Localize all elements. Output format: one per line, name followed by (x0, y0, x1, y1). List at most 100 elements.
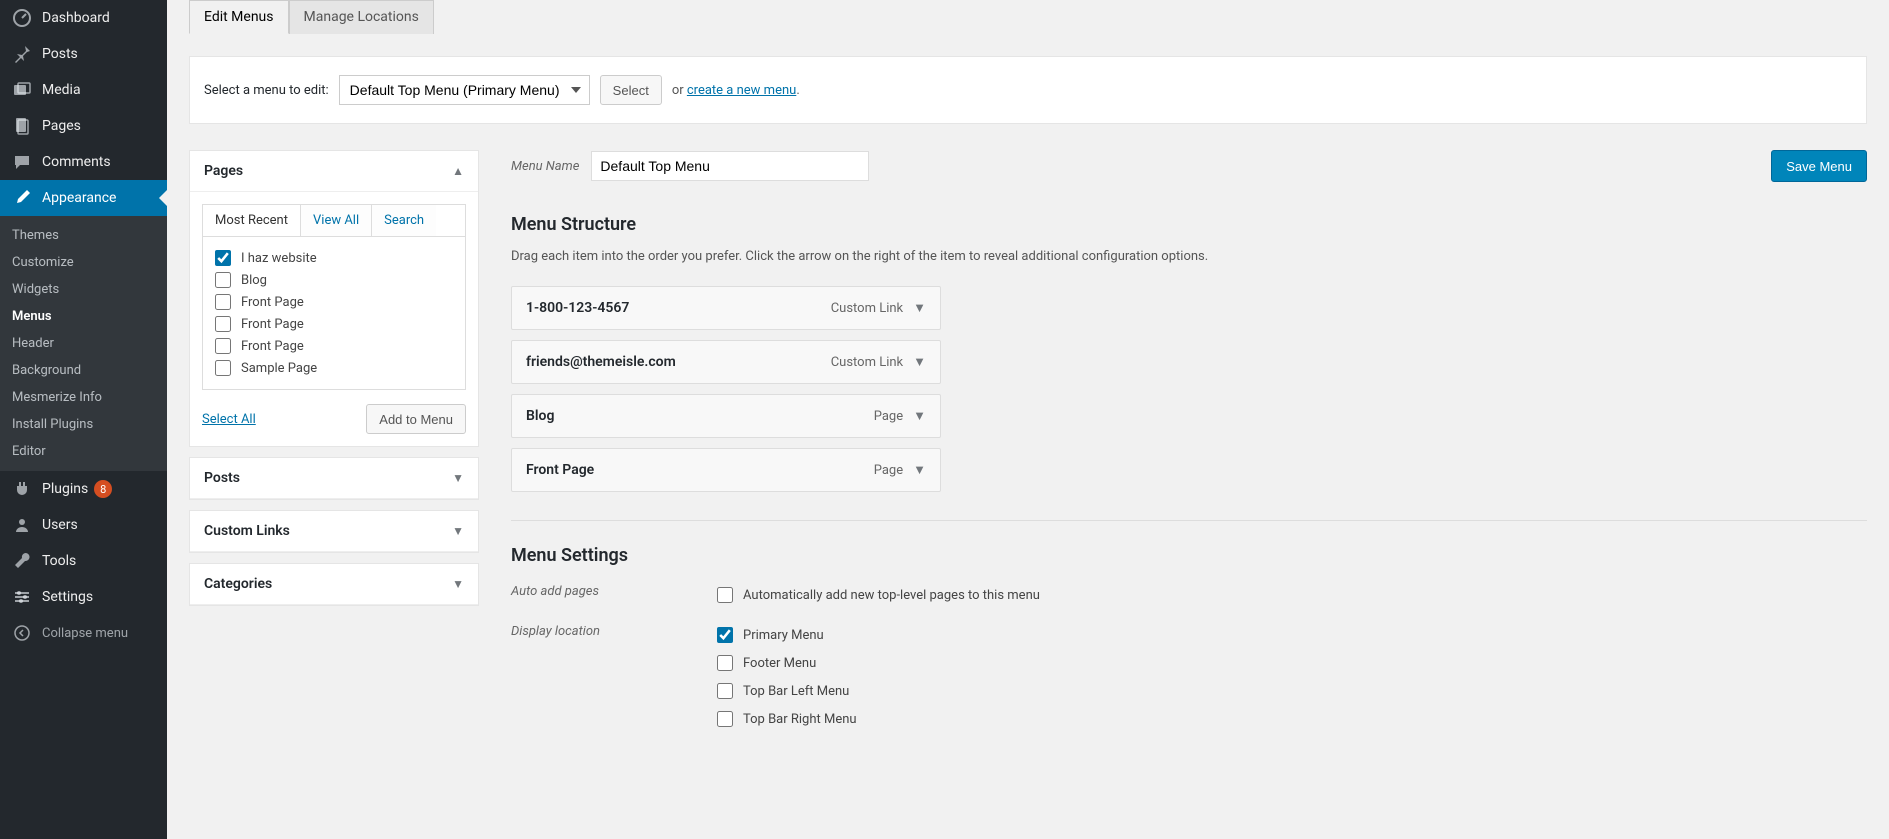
metabox-custom-links: Custom Links ▼ (189, 510, 479, 553)
submenu-themes[interactable]: Themes (0, 222, 167, 249)
page-label: Front Page (241, 339, 304, 354)
submenu-menus[interactable]: Menus (0, 303, 167, 330)
sidebar-item-users[interactable]: Users (0, 507, 167, 543)
subtab-recent[interactable]: Most Recent (203, 205, 301, 236)
sidebar-label: Plugins (42, 481, 88, 497)
chevron-down-icon[interactable]: ▼ (913, 408, 926, 424)
page-checkbox[interactable] (215, 360, 231, 376)
location-checkbox[interactable] (717, 711, 733, 727)
sidebar-label: Pages (42, 118, 81, 134)
location-row: Primary Menu (717, 624, 857, 646)
metabox-pages: Pages ▲ Most Recent View All Search I ha… (189, 150, 479, 447)
menu-structure-help: Drag each item into the order you prefer… (511, 249, 1867, 264)
page-checkbox[interactable] (215, 272, 231, 288)
location-row: Top Bar Left Menu (717, 680, 857, 702)
user-icon (12, 515, 32, 535)
menu-item[interactable]: Blog Page▼ (511, 394, 941, 438)
sidebar-item-pages[interactable]: Pages (0, 108, 167, 144)
metabox-title: Custom Links (204, 523, 290, 539)
submenu-editor[interactable]: Editor (0, 438, 167, 465)
sidebar-label: Appearance (42, 190, 116, 206)
sidebar-label: Media (42, 82, 81, 98)
location-label: Top Bar Left Menu (743, 684, 849, 699)
sidebar-item-tools[interactable]: Tools (0, 543, 167, 579)
submenu-install-plugins[interactable]: Install Plugins (0, 411, 167, 438)
menu-name-input[interactable] (591, 151, 869, 181)
comment-icon (12, 152, 32, 172)
submenu-background[interactable]: Background (0, 357, 167, 384)
submenu-customize[interactable]: Customize (0, 249, 167, 276)
menu-item-title: friends@themeisle.com (526, 354, 676, 370)
metabox-title: Categories (204, 576, 272, 592)
pages-icon (12, 116, 32, 136)
page-checkbox[interactable] (215, 250, 231, 266)
sidebar-label: Dashboard (42, 10, 110, 26)
location-checkbox[interactable] (717, 655, 733, 671)
chevron-up-icon: ▲ (452, 164, 464, 178)
chevron-down-icon[interactable]: ▼ (913, 462, 926, 478)
menu-select-panel: Select a menu to edit: Default Top Menu … (189, 56, 1867, 124)
select-button[interactable]: Select (600, 75, 662, 105)
sidebar-item-settings[interactable]: Settings (0, 579, 167, 615)
subtab-view-all[interactable]: View All (301, 205, 372, 236)
location-checkbox[interactable] (717, 627, 733, 643)
metabox-title: Posts (204, 470, 240, 486)
add-to-menu-button[interactable]: Add to Menu (366, 404, 466, 434)
metabox-pages-header[interactable]: Pages ▲ (190, 151, 478, 192)
save-menu-button[interactable]: Save Menu (1771, 150, 1867, 182)
sidebar-item-media[interactable]: Media (0, 72, 167, 108)
page-checkbox-row: Front Page (215, 313, 453, 335)
sidebar-label: Posts (42, 46, 78, 62)
plug-icon (12, 479, 32, 499)
sidebar-label: Users (42, 517, 78, 533)
auto-add-row: Automatically add new top-level pages to… (717, 584, 1040, 606)
menu-item-title: Blog (526, 408, 554, 424)
auto-add-checkbox[interactable] (717, 587, 733, 603)
create-new-menu-link[interactable]: create a new menu (687, 83, 796, 98)
chevron-down-icon[interactable]: ▼ (913, 354, 926, 370)
menu-structure-heading: Menu Structure (511, 214, 1867, 235)
page-checkbox-row: Sample Page (215, 357, 453, 379)
chevron-down-icon: ▼ (452, 577, 464, 591)
menu-select-dropdown[interactable]: Default Top Menu (Primary Menu) (339, 75, 590, 105)
location-label: Top Bar Right Menu (743, 712, 857, 727)
page-checkbox[interactable] (215, 294, 231, 310)
collapse-menu[interactable]: Collapse menu (0, 615, 167, 651)
menu-editor-column: Menu Name Save Menu Menu Structure Drag … (511, 150, 1867, 730)
brush-icon (12, 188, 32, 208)
submenu-widgets[interactable]: Widgets (0, 276, 167, 303)
metabox-categories-header[interactable]: Categories ▼ (190, 564, 478, 605)
sidebar-item-comments[interactable]: Comments (0, 144, 167, 180)
appearance-submenu: Themes Customize Widgets Menus Header Ba… (0, 216, 167, 471)
chevron-down-icon[interactable]: ▼ (913, 300, 926, 316)
sidebar-item-plugins[interactable]: Plugins 8 (0, 471, 167, 507)
page-checkbox-row: Front Page (215, 291, 453, 313)
menu-item[interactable]: friends@themeisle.com Custom Link ▼ (511, 340, 941, 384)
page-checkbox[interactable] (215, 316, 231, 332)
sidebar-item-dashboard[interactable]: Dashboard (0, 0, 167, 36)
or-text: or create a new menu. (672, 83, 800, 98)
menu-item-type: Custom Link (831, 355, 903, 370)
metabox-custom-links-header[interactable]: Custom Links ▼ (190, 511, 478, 552)
tab-edit-menus[interactable]: Edit Menus (189, 0, 289, 34)
select-all-link[interactable]: Select All (202, 412, 256, 427)
sidebar-item-posts[interactable]: Posts (0, 36, 167, 72)
menu-items-list: 1-800-123-4567 Custom Link▼ friends@them… (511, 286, 1867, 492)
tab-manage-locations[interactable]: Manage Locations (289, 0, 434, 34)
menu-item-type: Custom Link (831, 301, 903, 316)
menu-item[interactable]: 1-800-123-4567 Custom Link▼ (511, 286, 941, 330)
location-checkbox[interactable] (717, 683, 733, 699)
separator (511, 520, 1867, 521)
submenu-mesmerize[interactable]: Mesmerize Info (0, 384, 167, 411)
main-content: Edit Menus Manage Locations Select a men… (167, 0, 1889, 839)
menu-item[interactable]: Front Page Page▼ (511, 448, 941, 492)
subtab-search[interactable]: Search (372, 205, 436, 236)
sidebar-label: Comments (42, 154, 111, 170)
auto-add-label: Auto add pages (511, 584, 717, 606)
metabox-posts: Posts ▼ (189, 457, 479, 500)
metabox-posts-header[interactable]: Posts ▼ (190, 458, 478, 499)
page-checkbox[interactable] (215, 338, 231, 354)
collapse-icon (12, 623, 32, 643)
submenu-header[interactable]: Header (0, 330, 167, 357)
sidebar-item-appearance[interactable]: Appearance (0, 180, 167, 216)
